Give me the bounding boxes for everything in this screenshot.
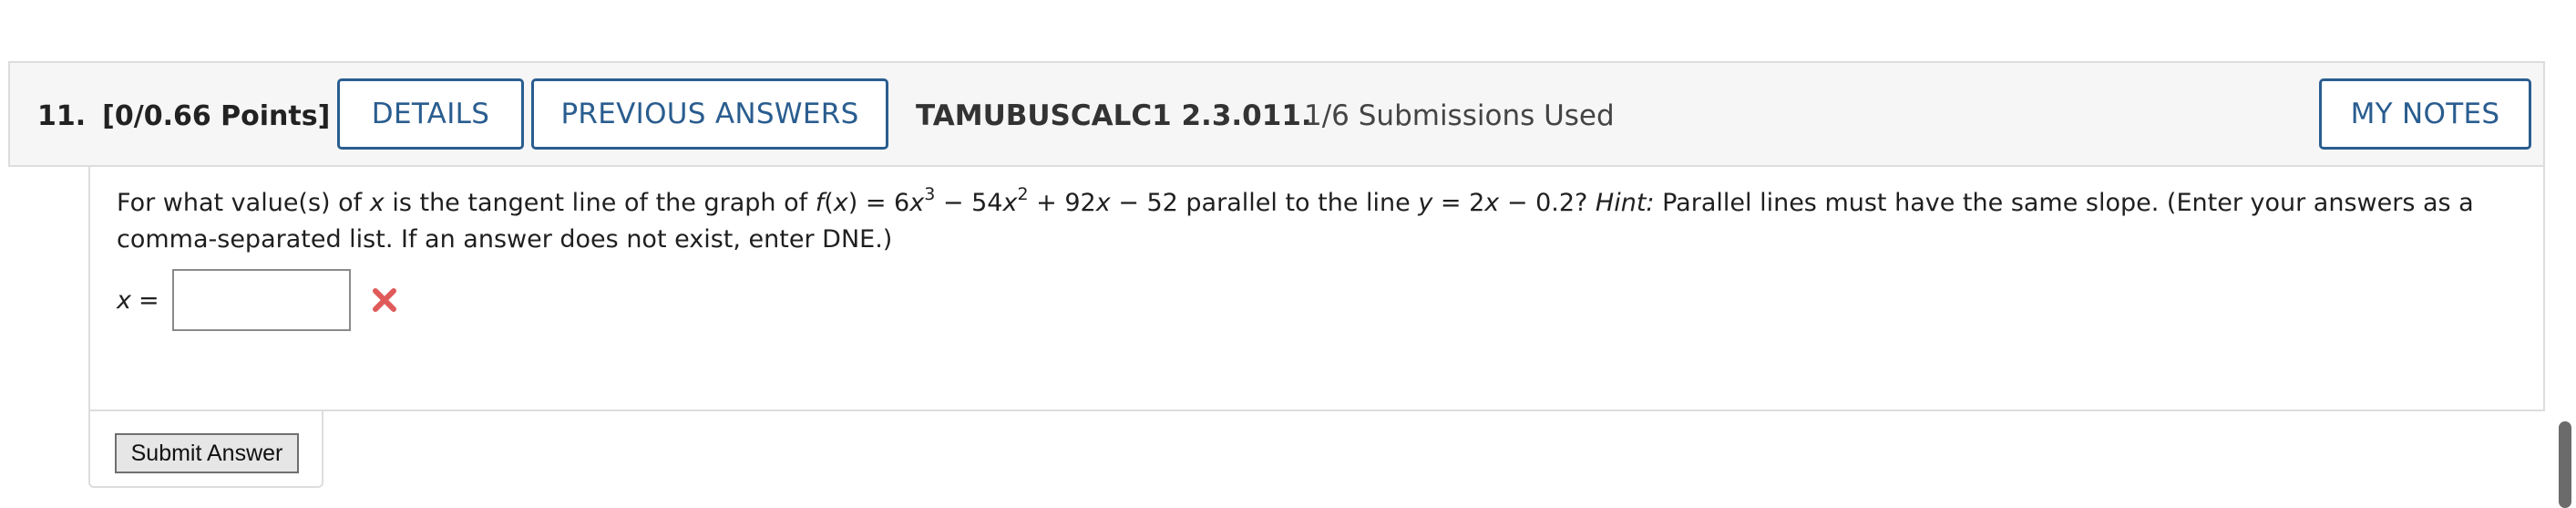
- text-segment: = 2: [1432, 189, 1485, 217]
- exponent: 2: [1017, 184, 1029, 204]
- answer-row: x =: [117, 267, 398, 333]
- question-number: 11.: [37, 99, 87, 132]
- question-text: For what value(s) of x is the tangent li…: [117, 185, 2522, 258]
- text-segment: − 54: [935, 189, 1003, 217]
- submit-answer-button[interactable]: Submit Answer: [115, 433, 299, 473]
- previous-answers-button[interactable]: PREVIOUS ANSWERS: [531, 78, 888, 150]
- text-segment: For what value(s) of: [117, 189, 370, 217]
- question-body: For what value(s) of x is the tangent li…: [88, 167, 2545, 411]
- math-var: x: [1484, 189, 1500, 217]
- math-var: x: [833, 189, 848, 217]
- text-segment: ) = 6: [847, 189, 910, 217]
- scrollbar-thumb[interactable]: [2559, 421, 2571, 508]
- question-number-points: 11. [0/0.66 Points]: [37, 63, 330, 169]
- details-button[interactable]: DETAILS: [337, 78, 524, 150]
- x-mark-icon: [372, 288, 396, 312]
- text-segment: − 52 parallel to the line: [1110, 189, 1419, 217]
- math-var: x: [909, 189, 925, 217]
- page: 11. [0/0.66 Points] DETAILS PREVIOUS ANS…: [0, 0, 2576, 508]
- text-segment: − 0.2?: [1499, 189, 1596, 217]
- answer-input[interactable]: [171, 269, 351, 331]
- answer-equals: =: [138, 285, 159, 315]
- submissions-used: 1/6 Submissions Used: [1304, 99, 1615, 132]
- math-var: x: [369, 189, 385, 217]
- question-header: 11. [0/0.66 Points] DETAILS PREVIOUS ANS…: [8, 61, 2545, 167]
- course-id: TAMUBUSCALC1 2.3.011.: [916, 99, 1312, 132]
- my-notes-button[interactable]: MY NOTES: [2319, 78, 2531, 150]
- answer-variable: x: [117, 285, 131, 315]
- hint-label: Hint:: [1595, 189, 1655, 217]
- text-segment: (: [824, 189, 834, 217]
- math-var: x: [1002, 189, 1018, 217]
- text-segment: + 92: [1028, 189, 1096, 217]
- submit-area: Submit Answer: [88, 410, 323, 488]
- math-var: f: [815, 189, 825, 217]
- question-points: [0/0.66 Points]: [102, 99, 331, 132]
- answer-label: x =: [117, 286, 159, 315]
- exponent: 3: [924, 184, 936, 204]
- math-var: x: [1095, 189, 1111, 217]
- text-segment: is the tangent line of the graph of: [384, 189, 816, 217]
- math-var: y: [1418, 189, 1433, 217]
